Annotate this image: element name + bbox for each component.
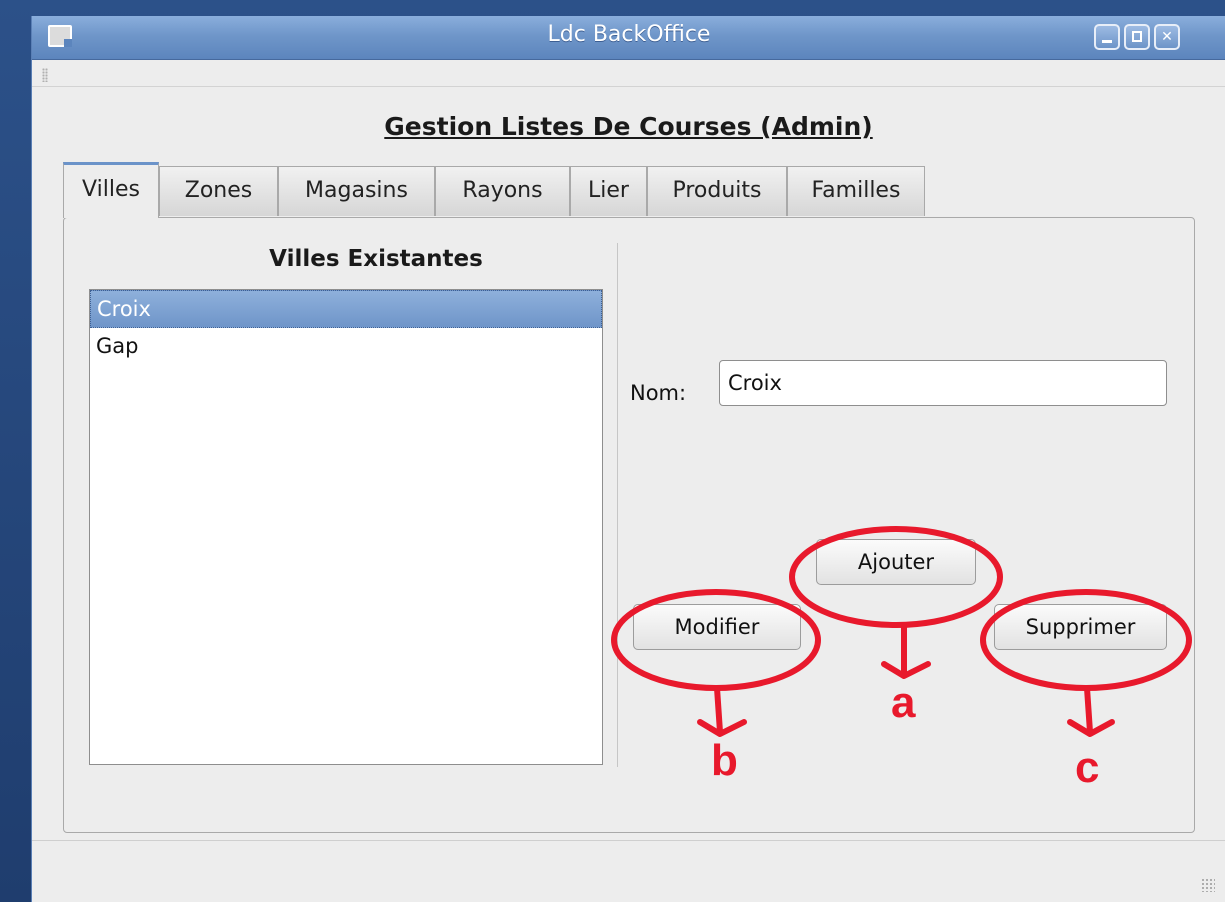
- villes-list-title: Villes Existantes: [269, 246, 483, 272]
- window-title: Ldc BackOffice: [547, 22, 711, 47]
- statusbar-divider: [32, 840, 1225, 841]
- toolbar-divider: [32, 86, 1225, 87]
- annotation-label-a: a: [891, 678, 916, 727]
- ajouter-button[interactable]: Ajouter: [816, 539, 976, 585]
- tab-zones[interactable]: Zones: [159, 166, 278, 216]
- supprimer-button[interactable]: Supprimer: [994, 604, 1167, 650]
- panel-divider: [617, 243, 618, 767]
- minimize-button[interactable]: [1094, 24, 1120, 50]
- villes-panel: Villes Existantes Croix Gap Nom: Croix A…: [63, 217, 1195, 833]
- close-button[interactable]: ✕: [1154, 24, 1180, 50]
- annotation-label-b: b: [711, 736, 738, 785]
- list-item-croix[interactable]: Croix: [90, 290, 602, 328]
- villes-listbox[interactable]: Croix Gap: [89, 289, 603, 765]
- tab-produits[interactable]: Produits: [647, 166, 787, 216]
- maximize-icon: [1132, 31, 1142, 42]
- tab-familles[interactable]: Familles: [787, 166, 925, 216]
- minimize-icon: [1102, 40, 1112, 43]
- tab-villes[interactable]: Villes: [63, 162, 159, 218]
- resize-grip[interactable]: [1201, 878, 1215, 892]
- maximize-button[interactable]: [1124, 24, 1150, 50]
- page-title: Gestion Listes De Courses (Admin): [384, 112, 873, 141]
- nom-input[interactable]: Croix: [719, 360, 1167, 406]
- app-window: Ldc BackOffice ✕ Gestion Listes De Cours…: [31, 16, 1225, 902]
- toolbar-grip[interactable]: [42, 68, 48, 82]
- tab-magasins[interactable]: Magasins: [278, 166, 435, 216]
- modifier-button[interactable]: Modifier: [633, 604, 801, 650]
- nom-label: Nom:: [630, 381, 687, 405]
- tab-rayons[interactable]: Rayons: [435, 166, 570, 216]
- title-bar[interactable]: Ldc BackOffice ✕: [32, 16, 1225, 60]
- list-item-gap[interactable]: Gap: [90, 328, 602, 366]
- tab-lier[interactable]: Lier: [570, 166, 647, 216]
- annotation-label-c: c: [1075, 743, 1100, 792]
- close-icon: ✕: [1161, 29, 1173, 45]
